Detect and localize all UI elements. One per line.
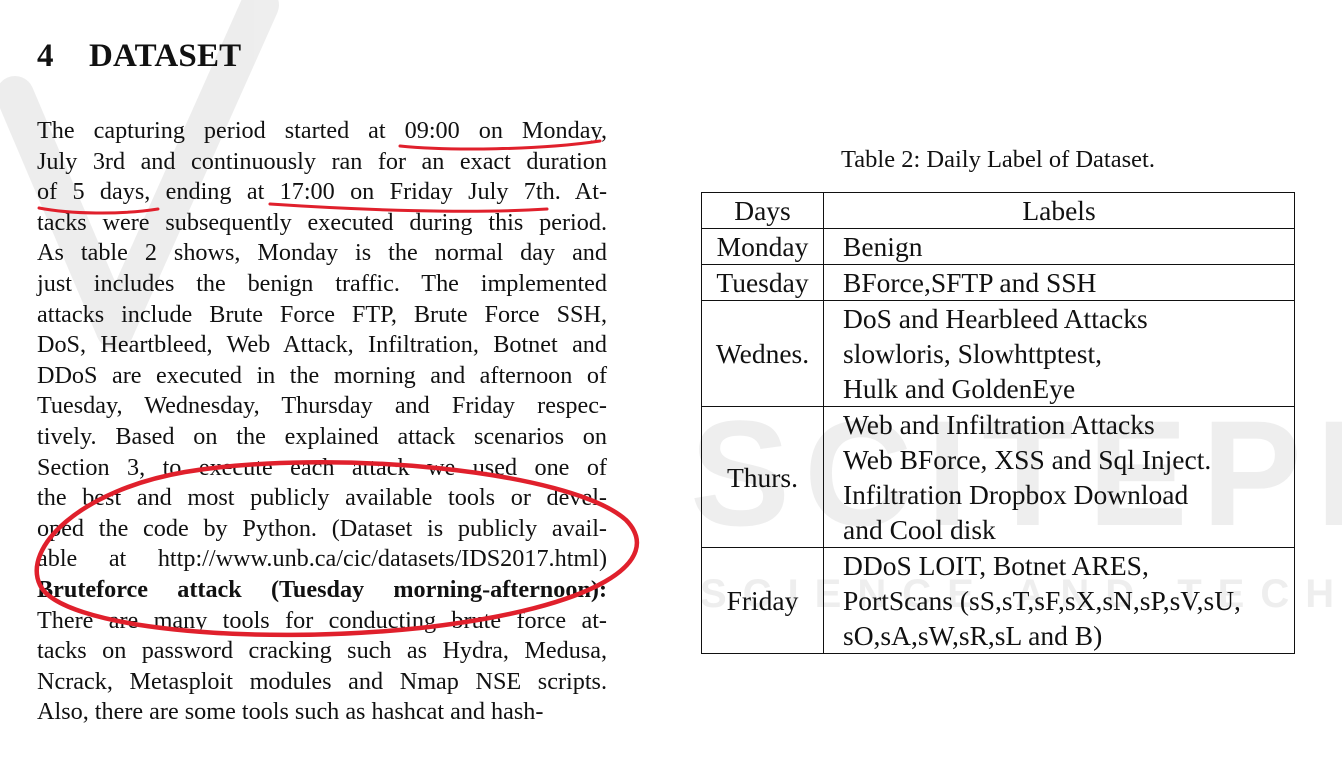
table-row: Tuesday BForce,SFTP and SSH (701, 264, 1295, 301)
labels-cell: Benign (823, 228, 1295, 265)
text-line: As table 2 shows, Monday is the normal d… (37, 239, 607, 267)
section-heading: 4 DATASET (37, 38, 241, 75)
text-line: just includes the benign traffic. The im… (37, 269, 607, 297)
table-row: Thurs. Web and Infiltration Attacks Web … (701, 406, 1295, 548)
table-header-row: Days Labels (701, 192, 1295, 229)
text-line: the best and most publicly available too… (37, 484, 607, 512)
text-line: There are many tools for conducting brut… (37, 606, 607, 634)
labels-cell: DDoS LOIT, Botnet ARES, PortScans (sS,sT… (823, 547, 1295, 654)
header-days: Days (701, 192, 824, 229)
text-line: tacks were subsequently executed during … (37, 208, 607, 236)
text-line: Section 3, to execute each attack we use… (37, 453, 607, 481)
labels-cell: DoS and Hearbleed Attacks slowloris, Slo… (823, 300, 1295, 407)
day-cell: Wednes. (701, 300, 824, 407)
day-cell: Tuesday (701, 264, 824, 301)
text-line: oped the code by Python. (Dataset is pub… (37, 514, 607, 542)
text-line: of 5 days, ending at 17:00 on Friday Jul… (37, 178, 607, 206)
text-line: Ncrack, Metasploit modules and Nmap NSE … (37, 667, 607, 695)
day-cell: Friday (701, 547, 824, 654)
header-labels: Labels (823, 192, 1295, 229)
dataset-url-line: able at http://www.unb.ca/cic/datasets/I… (37, 545, 607, 573)
subsection-heading-line: Bruteforce attack (Tuesday morning-after… (37, 575, 607, 603)
text-line: Also, there are some tools such as hashc… (37, 698, 544, 726)
text-line: July 3rd and continuously ran for an exa… (37, 147, 607, 175)
day-cell: Thurs. (701, 406, 824, 548)
table-row: Wednes. DoS and Hearbleed Attacks slowlo… (701, 300, 1295, 407)
table-caption: Table 2: Daily Label of Dataset. (841, 146, 1155, 173)
text-line: tively. Based on the explained attack sc… (37, 422, 607, 450)
daily-label-table-block: Table 2: Daily Label of Dataset. Days La… (701, 145, 1295, 654)
labels-cell: BForce,SFTP and SSH (823, 264, 1295, 301)
table-row: Friday DDoS LOIT, Botnet ARES, PortScans… (701, 547, 1295, 654)
text-line: Tuesday, Wednesday, Thursday and Friday … (37, 392, 607, 420)
text-line: attacks include Brute Force FTP, Brute F… (37, 300, 607, 328)
text-line: tacks on password cracking such as Hydra… (37, 637, 607, 665)
body-paragraph: The capturing period started at 09:00 on… (37, 116, 607, 728)
text-line: DDoS are executed in the morning and aft… (37, 361, 607, 389)
daily-label-table: Days Labels Monday Benign Tuesday BForce… (701, 192, 1295, 654)
section-number: 4 (37, 38, 54, 74)
day-cell: Monday (701, 228, 824, 265)
text-line: DoS, Heartbleed, Web Attack, Infiltratio… (37, 331, 607, 359)
section-title: DATASET (89, 38, 242, 74)
table-row: Monday Benign (701, 228, 1295, 265)
text-line: The capturing period started at 09:00 on… (37, 117, 607, 144)
labels-cell: Web and Infiltration Attacks Web BForce,… (823, 406, 1295, 548)
